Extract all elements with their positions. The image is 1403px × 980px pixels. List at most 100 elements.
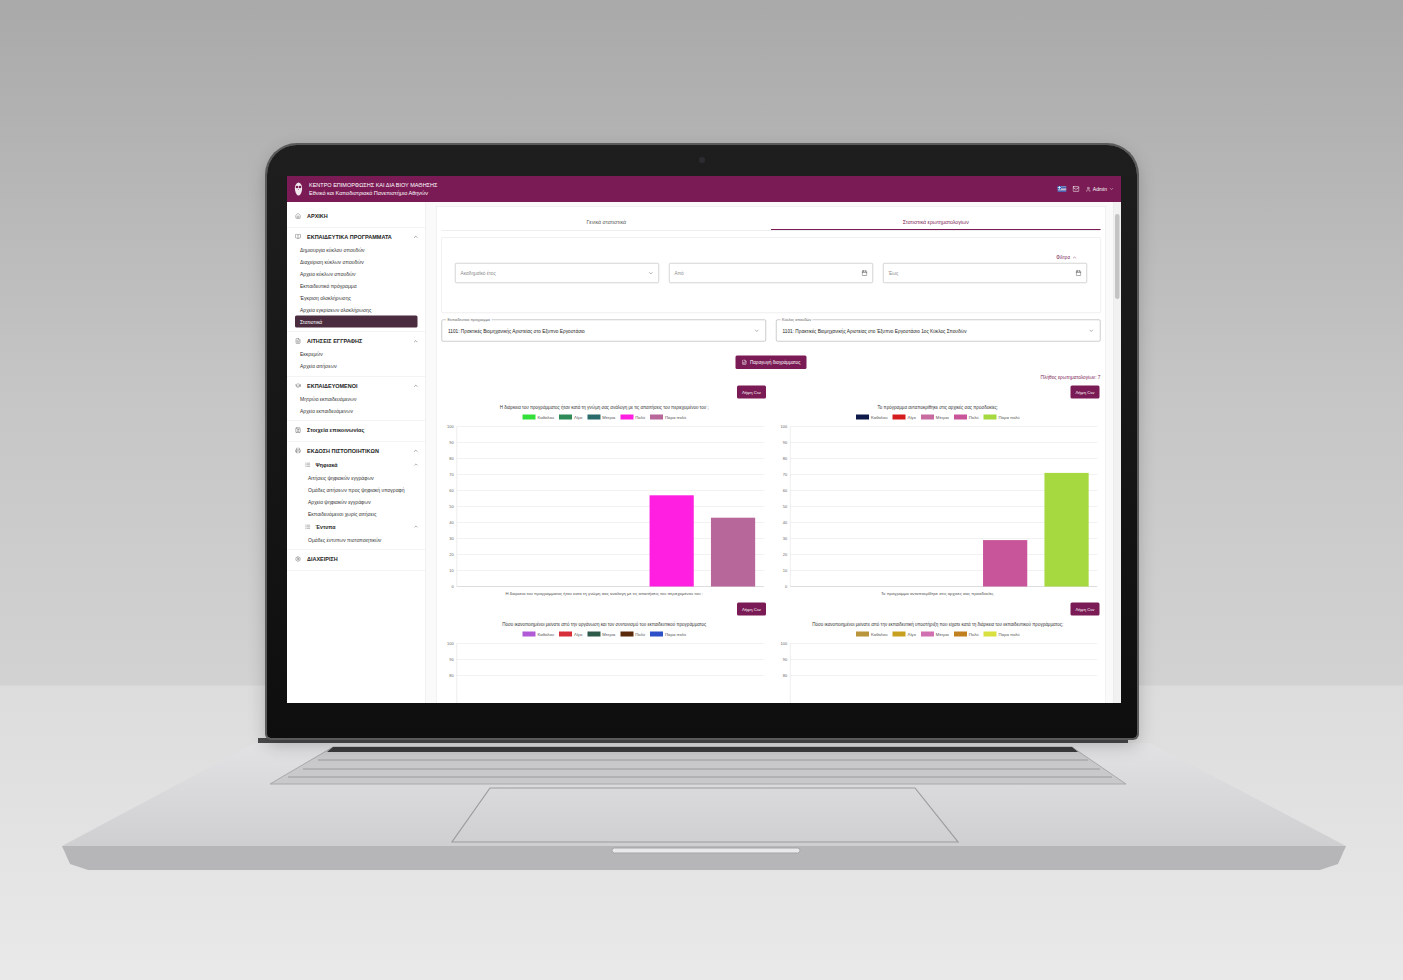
csv-download-button[interactable]: Λήψη Csv bbox=[736, 603, 765, 616]
legend-item[interactable]: Πολύ bbox=[620, 415, 645, 420]
sidebar-item[interactable]: Αιτήσεις ψηφιακών εγγράφων bbox=[295, 472, 418, 484]
bar-chart: 1009080706050403020100 bbox=[441, 424, 767, 589]
legend-item[interactable]: Πάρα πολύ bbox=[983, 415, 1019, 420]
chevron-slot[interactable] bbox=[413, 448, 419, 454]
sidebar-item[interactable]: Αρχείο εκπαιδευόμενων bbox=[295, 405, 418, 417]
sidebar-heading[interactable]: ΕΚΠΑΙΔΕΥΟΜΕΝΟΙ bbox=[287, 379, 426, 393]
scrollbar[interactable] bbox=[1113, 202, 1121, 703]
legend-item[interactable]: Μέτρια bbox=[587, 415, 615, 420]
legend-item[interactable]: Μέτρια bbox=[587, 632, 615, 637]
sidebar-heading[interactable]: ΔΙΑΧΕΙΡΙΣΗ bbox=[287, 552, 426, 566]
legend-item[interactable]: Καθόλου bbox=[855, 415, 887, 420]
sidebar-subheading[interactable]: Έντυπα bbox=[287, 520, 426, 534]
svg-text:90: 90 bbox=[782, 657, 787, 662]
sidebar-item[interactable]: Αρχείο ψηφιακών εγγράφων bbox=[295, 496, 418, 508]
svg-text:50: 50 bbox=[782, 504, 787, 509]
svg-text:100: 100 bbox=[447, 424, 454, 429]
legend-item[interactable]: Καθόλου bbox=[522, 632, 554, 637]
sidebar-item[interactable]: Διαχείριση κύκλων σπουδών bbox=[295, 256, 418, 268]
mockup-stage: ΚΕΝΤΡΟ ΕΠΙΜΟΡΦΩΣΗΣ ΚΑΙ ΔΙΑ ΒΙΟΥ ΜΑΘΗΣΗΣΕ… bbox=[0, 0, 1403, 980]
scrollbar-thumb[interactable] bbox=[1115, 214, 1120, 299]
chevron-slot[interactable] bbox=[413, 234, 419, 240]
legend-item[interactable]: Μέτρια bbox=[920, 415, 948, 420]
sidebar-item[interactable]: Ομάδες έντυπων πιστοποιητικών bbox=[295, 534, 418, 546]
filter-toggle[interactable]: Φίλτρα bbox=[455, 255, 1087, 260]
svg-text:100: 100 bbox=[780, 424, 787, 429]
sidebar-item[interactable]: Εκκρεμών bbox=[295, 348, 418, 360]
sidebar-heading[interactable]: ΑΡΧΙΚΗ bbox=[287, 209, 426, 223]
csv-download-button[interactable]: Λήψη Csv bbox=[1070, 603, 1099, 616]
sidebar-item[interactable]: Στατιστικά bbox=[295, 316, 418, 328]
chevron-up-icon[interactable] bbox=[413, 524, 418, 529]
svg-text:60: 60 bbox=[449, 488, 454, 493]
csv-download-button[interactable]: Λήψη Csv bbox=[736, 386, 765, 399]
sidebar-heading[interactable]: ΕΚΠΑΙΔΕΥΤΙΚΑ ΠΡΟΓΡΑΜΜΑΤΑ bbox=[287, 230, 426, 244]
legend-item[interactable]: Λίγο bbox=[892, 415, 915, 420]
sidebar-item[interactable]: Δημιουργία κύκλου σπουδών bbox=[295, 244, 418, 256]
legend-item[interactable]: Πάρα πολύ bbox=[649, 415, 685, 420]
chevron-up-icon[interactable] bbox=[413, 448, 419, 454]
sidebar-item[interactable]: Εκπαιδευτικό πρόγραμμα bbox=[295, 280, 418, 292]
chevron-slot[interactable] bbox=[413, 338, 419, 344]
bar[interactable] bbox=[983, 540, 1027, 586]
csv-download-button[interactable]: Λήψη Csv bbox=[1070, 386, 1099, 399]
sidebar-item[interactable]: Αρχείο αιτήσεων bbox=[295, 360, 418, 372]
sidebar-item[interactable]: Έγκριση ολοκλήρωσης bbox=[295, 292, 418, 304]
legend-item[interactable]: Καθόλου bbox=[522, 415, 554, 420]
legend-swatch bbox=[559, 632, 572, 637]
chevron-up-icon[interactable] bbox=[413, 234, 419, 240]
date-field[interactable]: Από bbox=[669, 263, 873, 283]
sidebar-heading[interactable]: ΑΙΤΗΣΕΙΣ ΕΓΓΡΑΦΗΣ bbox=[287, 334, 426, 348]
tab[interactable]: Στατιστικά ερωτηματολογίων bbox=[771, 213, 1101, 231]
sidebar-subgroup: ΨηφιακάΑιτήσεις ψηφιακών εγγράφωνΟμάδες … bbox=[287, 458, 426, 520]
legend-item[interactable]: Λίγο bbox=[559, 632, 582, 637]
legend-item[interactable]: Πολύ bbox=[953, 415, 978, 420]
chevron-up-icon[interactable] bbox=[413, 383, 419, 389]
chart-legend: Καθόλου Λίγο Μέτρια Πολύ Πάρα πολύ bbox=[441, 415, 767, 420]
user-menu[interactable]: Admin bbox=[1085, 186, 1114, 192]
calendar-icon[interactable] bbox=[1075, 270, 1081, 276]
svg-text:0: 0 bbox=[785, 584, 788, 589]
sidebar-item[interactable]: Εκπαιδευόμενοι χωρίς αιτήσεις bbox=[295, 508, 418, 520]
svg-text:80: 80 bbox=[782, 456, 787, 461]
chevron-up-icon[interactable] bbox=[1072, 255, 1077, 260]
calendar-icon[interactable] bbox=[861, 270, 867, 276]
chevron-slot[interactable] bbox=[413, 462, 418, 467]
select-field[interactable]: Ακαδημαϊκό έτος bbox=[455, 263, 659, 283]
legend-item[interactable]: Πάρα πολύ bbox=[983, 632, 1019, 637]
chevron-slot[interactable] bbox=[413, 524, 418, 529]
legend-item[interactable]: Λίγο bbox=[892, 632, 915, 637]
bar[interactable] bbox=[710, 518, 754, 587]
sidebar-heading[interactable]: ΕΚΔΟΣΗ ΠΙΣΤΟΠΟΙΗΤΙΚΩΝ bbox=[287, 444, 426, 458]
date-field[interactable]: Έως bbox=[883, 263, 1087, 283]
generate-chart-button[interactable]: Παραγωγή διαγράμματος bbox=[735, 356, 806, 370]
sidebar-item[interactable]: Ομάδες αιτήσεων προς ψηφιακή υπογραφή bbox=[295, 484, 418, 496]
sidebar-section: Στοιχεία επικοινωνίας bbox=[287, 421, 426, 442]
legend-item[interactable]: Πολύ bbox=[620, 632, 645, 637]
select-field[interactable]: Κύκλος σπουδών1101: Πρακτικές Βιομηχανικ… bbox=[776, 320, 1101, 342]
filter-card: Φίλτρα Ακαδημαϊκό έτος Από Έως bbox=[441, 238, 1100, 313]
tab[interactable]: Γενικά στατιστικά bbox=[441, 213, 771, 231]
select-field[interactable]: Εκπαιδευτικό πρόγραμμα1101: Πρακτικές Βι… bbox=[441, 320, 766, 342]
section-icon bbox=[295, 234, 301, 240]
sidebar-item[interactable]: Μητρώο εκπαιδευόμενων bbox=[295, 393, 418, 405]
sidebar-item[interactable]: Αρχείο κύκλων σπουδών bbox=[295, 268, 418, 280]
legend-item[interactable]: Μέτρια bbox=[920, 632, 948, 637]
section-icon bbox=[295, 383, 301, 389]
bar[interactable] bbox=[649, 495, 693, 586]
bar[interactable] bbox=[1044, 473, 1088, 587]
sidebar-item[interactable]: Αρχείο εγκρίσεων ολοκλήρωσης bbox=[295, 304, 418, 316]
sidebar-subheading[interactable]: Ψηφιακά bbox=[287, 458, 426, 472]
mail-icon[interactable] bbox=[1072, 186, 1079, 193]
y-tick: 90 bbox=[782, 440, 1096, 445]
list-icon bbox=[305, 524, 311, 530]
legend-item[interactable]: Καθόλου bbox=[855, 632, 887, 637]
chevron-up-icon[interactable] bbox=[413, 462, 418, 467]
chevron-slot[interactable] bbox=[413, 383, 419, 389]
legend-item[interactable]: Πολύ bbox=[953, 632, 978, 637]
sidebar-heading[interactable]: Στοιχεία επικοινωνίας bbox=[287, 423, 426, 437]
legend-item[interactable]: Πάρα πολύ bbox=[649, 632, 685, 637]
greek-flag-icon[interactable] bbox=[1057, 186, 1066, 192]
legend-item[interactable]: Λίγο bbox=[559, 415, 582, 420]
chevron-up-icon[interactable] bbox=[413, 338, 419, 344]
